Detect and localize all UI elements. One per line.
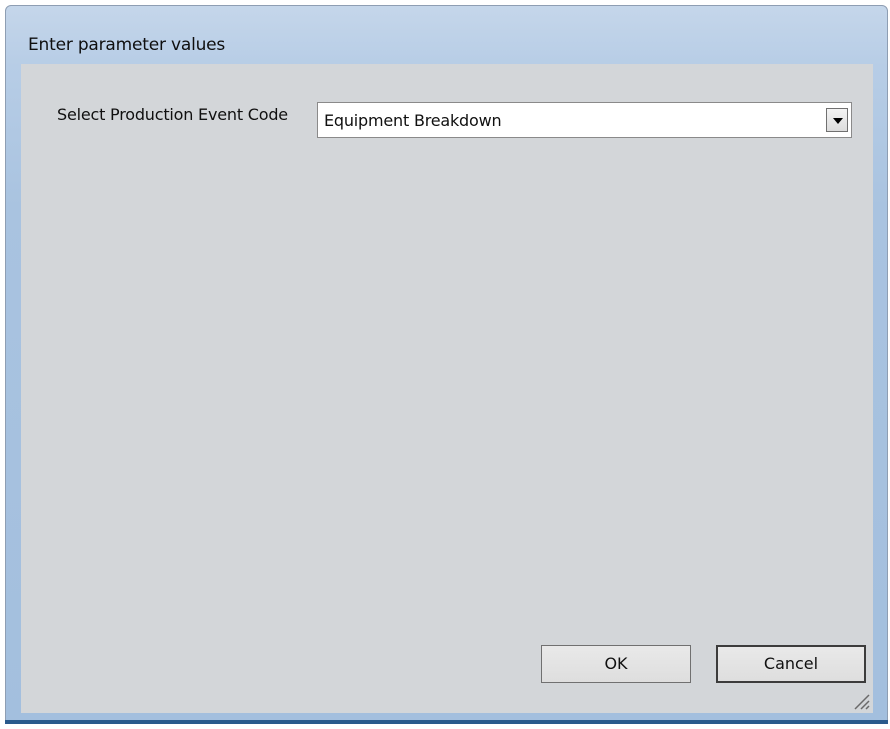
production-event-code-label: Select Production Event Code [57, 105, 288, 124]
resize-grip-icon[interactable] [849, 689, 871, 711]
chevron-down-icon[interactable] [826, 108, 848, 132]
dropdown-selected-value: Equipment Breakdown [324, 111, 502, 130]
dialog-title-bar[interactable]: Enter parameter values [6, 6, 887, 64]
dialog-title: Enter parameter values [28, 35, 226, 55]
dialog-content-area: Select Production Event Code Equipment B… [21, 64, 873, 713]
parameter-dialog-window: Enter parameter values Select Production… [5, 5, 888, 724]
ok-button[interactable]: OK [541, 645, 691, 683]
cancel-button[interactable]: Cancel [716, 645, 866, 683]
production-event-code-dropdown[interactable]: Equipment Breakdown [317, 102, 852, 138]
